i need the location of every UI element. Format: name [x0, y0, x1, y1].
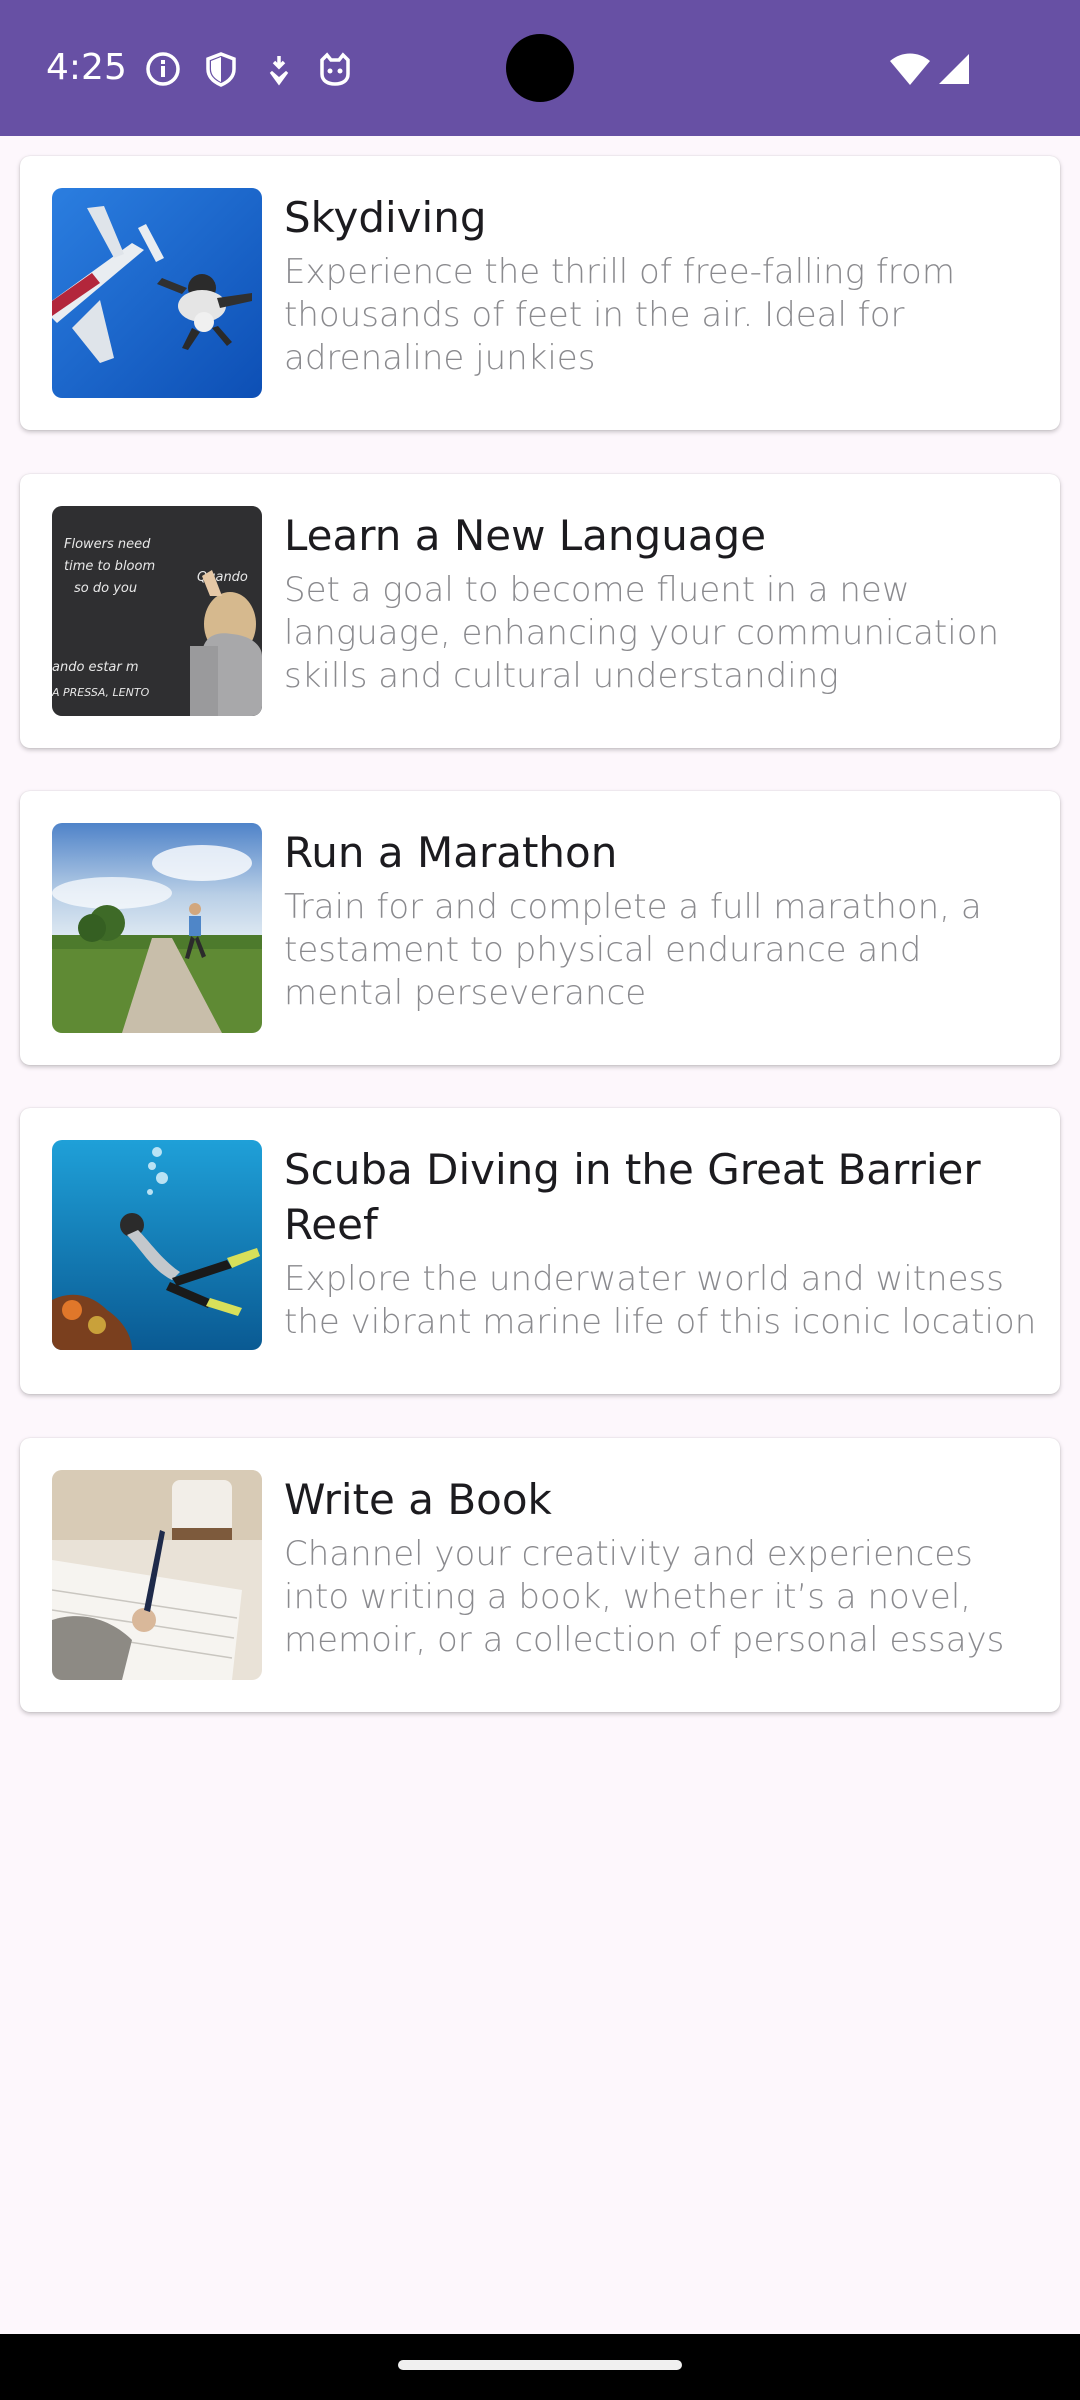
chalk-text: time to bloom: [64, 559, 155, 574]
goal-card-write-book[interactable]: Write a Book Channel your creativity and…: [20, 1438, 1060, 1712]
scuba-diver-photo: [52, 1140, 262, 1350]
goal-card-text: Run a Marathon Train for and complete a …: [284, 825, 1044, 1015]
wifi-icon: [888, 50, 932, 88]
goal-description: Set a goal to become fluent in a new lan…: [284, 570, 1000, 696]
goal-card-text: Write a Book Channel your creativity and…: [284, 1472, 1044, 1662]
chalk-text: A PRESSA, LENTO: [52, 686, 150, 699]
writing-desk-photo: [52, 1470, 262, 1680]
goal-title: Write a Book: [284, 1475, 552, 1524]
runner-road-photo: [52, 823, 262, 1033]
goal-title: Learn a New Language: [284, 511, 767, 560]
goal-card-scuba[interactable]: Scuba Diving in the Great Barrier Reef E…: [20, 1108, 1060, 1394]
status-time: 4:25: [46, 47, 127, 88]
goal-card-marathon[interactable]: Run a Marathon Train for and complete a …: [20, 791, 1060, 1065]
cat-face-icon: [316, 50, 354, 88]
download-notification-icon: [260, 50, 298, 88]
goal-description: Channel your creativity and experiences …: [284, 1534, 1005, 1660]
shield-icon: [202, 50, 240, 88]
home-gesture-handle[interactable]: [398, 2360, 682, 2370]
camera-cutout: [506, 34, 574, 102]
goal-title: Skydiving: [284, 193, 487, 242]
goal-description: Experience the thrill of free-falling fr…: [284, 252, 955, 378]
cell-signal-icon: [934, 50, 974, 88]
status-bar: 4:25: [0, 0, 1080, 136]
chalk-text: ando estar m: [52, 660, 139, 675]
navigation-bar: [0, 2334, 1080, 2400]
goal-card-language[interactable]: Flowers need time to bloom so do you Qua…: [20, 474, 1060, 748]
goal-title: Scuba Diving in the Great Barrier Reef: [284, 1145, 981, 1249]
goal-description: Train for and complete a full marathon, …: [284, 887, 982, 1013]
goal-description: Explore the underwater world and witness…: [284, 1259, 1037, 1342]
goal-card-text: Learn a New Language Set a goal to becom…: [284, 508, 1044, 698]
info-icon: [144, 50, 182, 88]
goal-card-text: Scuba Diving in the Great Barrier Reef E…: [284, 1142, 1044, 1344]
chalk-text: Flowers need: [64, 537, 151, 552]
chalkboard-language-photo: Flowers need time to bloom so do you Qua…: [52, 506, 262, 716]
goal-card-text: Skydiving Experience the thrill of free-…: [284, 190, 1044, 380]
goal-card-skydiving[interactable]: Skydiving Experience the thrill of free-…: [20, 156, 1060, 430]
chalk-text: so do you: [74, 581, 137, 596]
skydiving-photo: [52, 188, 262, 398]
goal-title: Run a Marathon: [284, 828, 618, 877]
